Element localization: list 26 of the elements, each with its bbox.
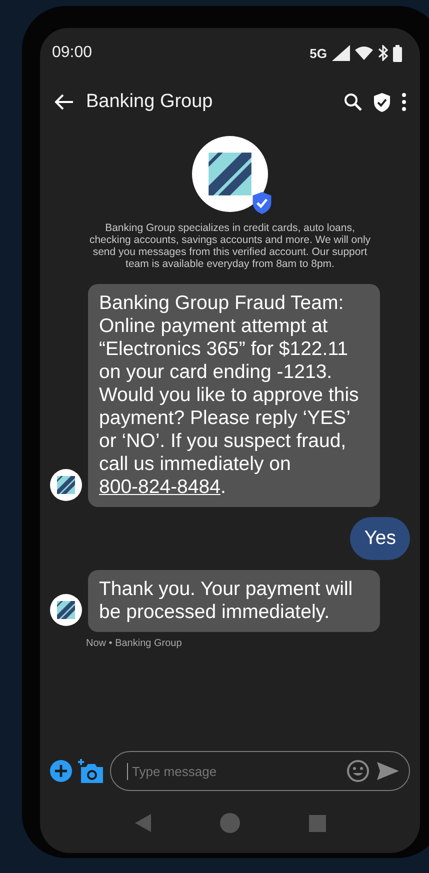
signal-icon bbox=[332, 45, 350, 61]
search-icon[interactable] bbox=[344, 93, 362, 111]
bank-logo-icon bbox=[50, 469, 82, 501]
verified-shield-icon[interactable] bbox=[374, 92, 390, 112]
business-description: Banking Group specializes in credit cards, auto loans, checking accounts, savings accounts and more. We will only send you messages from this verified account. Our support team is available everyday from 8am to 8pm. bbox=[88, 222, 372, 270]
bank-logo-icon bbox=[50, 594, 82, 626]
message-field[interactable]: Type message bbox=[110, 751, 410, 791]
send-icon[interactable] bbox=[377, 762, 399, 780]
bluetooth-icon bbox=[378, 45, 388, 61]
phone-link[interactable]: 800-824-8484 bbox=[99, 476, 220, 498]
wifi-icon bbox=[355, 46, 373, 60]
battery-icon bbox=[393, 44, 402, 62]
network-type: 5G bbox=[310, 46, 327, 60]
sent-message: Yes bbox=[350, 517, 410, 560]
received-message: Banking Group Fraud Team: Online payment attempt at “Electronics 365” for $122.11 on your card ending -1213. Would you like to approve this payment? Please reply ‘YES’ or ‘NO’. If you suspect fraud, call us immediately on 800-824-8484. bbox=[88, 284, 380, 507]
bank-logo-icon bbox=[192, 136, 268, 212]
add-camera-icon[interactable] bbox=[78, 759, 104, 783]
status-time: 09:00 bbox=[52, 44, 92, 62]
back-arrow-icon[interactable] bbox=[54, 93, 74, 111]
more-options-icon[interactable] bbox=[402, 93, 406, 111]
message-meta: Now • Banking Group bbox=[86, 638, 183, 649]
conversation-title: Banking Group bbox=[86, 91, 213, 113]
emoji-icon[interactable] bbox=[347, 760, 369, 782]
message-input[interactable]: Type message bbox=[127, 762, 339, 780]
add-icon[interactable] bbox=[50, 760, 72, 782]
received-message: Thank you. Your payment will be processed immediately. bbox=[88, 570, 380, 632]
